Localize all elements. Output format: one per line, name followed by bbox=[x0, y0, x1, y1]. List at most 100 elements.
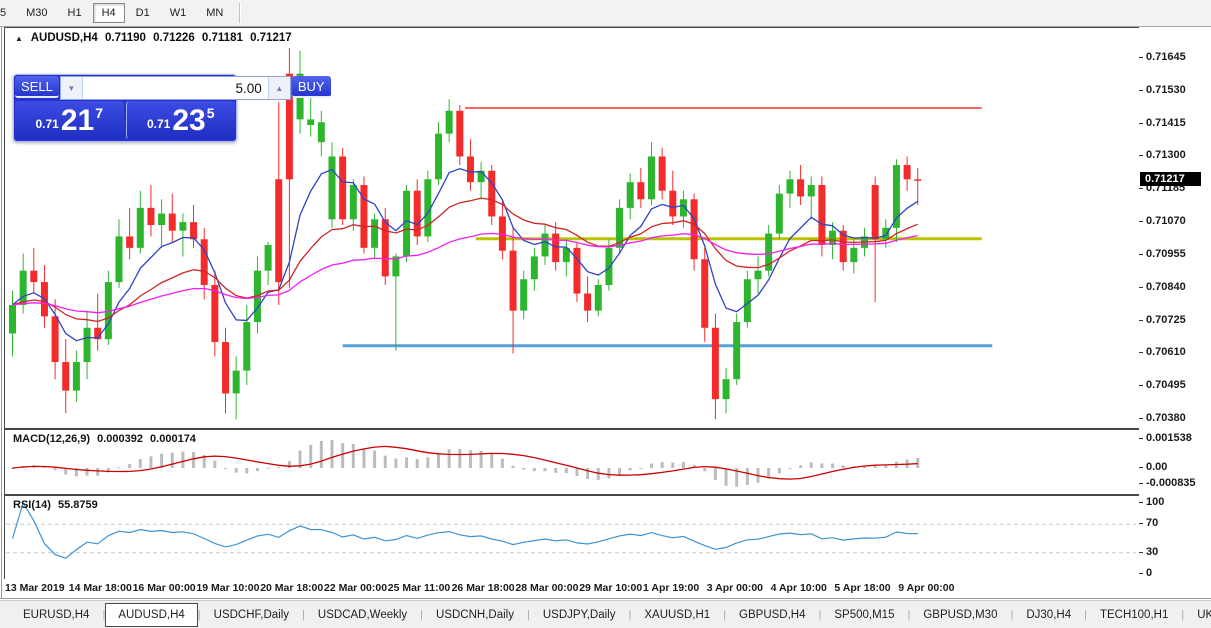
time-axis-label: 29 Mar 10:00 bbox=[579, 582, 643, 594]
macd-indicator-panel[interactable]: MACD(12,26,9) 0.000392 0.000174 bbox=[4, 429, 1141, 495]
volume-increase-button[interactable]: ▲ bbox=[267, 77, 290, 99]
axis-tick bbox=[1139, 467, 1143, 468]
macd-value-signal: 0.000174 bbox=[150, 433, 196, 445]
buy-button[interactable]: BUY bbox=[291, 76, 331, 98]
rsi-name: RSI(14) bbox=[13, 499, 51, 511]
chart-tab-gbpusd-m30[interactable]: GBPUSD,M30 bbox=[910, 603, 1010, 627]
price-axis-label: 0.70955 bbox=[1146, 247, 1186, 260]
volume-decrease-button[interactable]: ▼ bbox=[60, 77, 83, 99]
quote-open: 0.71190 bbox=[105, 32, 146, 44]
macd-axis-label: 0.00 bbox=[1146, 461, 1168, 473]
axis-tick bbox=[1139, 352, 1143, 354]
rsi-label: RSI(14) 55.8759 bbox=[13, 499, 98, 511]
rsi-value: 55.8759 bbox=[57, 499, 98, 511]
chart-tab-sp500-m15[interactable]: SP500,M15 bbox=[821, 603, 907, 627]
chart-tab-gbpusd-h4[interactable]: GBPUSD,H4 bbox=[726, 603, 818, 627]
rsi-plot bbox=[6, 501, 1136, 559]
time-axis-label: 25 Mar 11:00 bbox=[387, 582, 451, 594]
time-axis-label: 22 Mar 00:00 bbox=[324, 582, 388, 594]
timeframe-button-mn[interactable]: MN bbox=[197, 3, 232, 23]
timeframe-button-w1[interactable]: W1 bbox=[161, 3, 196, 23]
time-axis-label: 14 Mar 18:00 bbox=[68, 582, 132, 594]
quote-high: 0.71226 bbox=[153, 32, 195, 44]
time-axis-label: 4 Apr 10:00 bbox=[770, 582, 827, 594]
time-axis-label: 1 Apr 19:00 bbox=[643, 582, 700, 594]
price-axis-label: 0.70495 bbox=[1146, 379, 1186, 392]
timeframe-toolbar: 5 M30 H1 H4 D1 W1 MN bbox=[0, 0, 1211, 27]
time-axis-label: 19 Mar 10:00 bbox=[196, 582, 260, 594]
macd-axis-label: 0.001538 bbox=[1146, 432, 1192, 444]
price-axis-label: 0.70840 bbox=[1146, 280, 1186, 293]
sell-price-button[interactable]: 0.71 21 7 bbox=[15, 101, 124, 139]
quote-low: 0.71181 bbox=[201, 32, 243, 44]
axis-tick bbox=[1139, 483, 1143, 484]
axis-tick bbox=[1139, 286, 1143, 288]
volume-input[interactable] bbox=[82, 77, 268, 99]
timeframe-button-m30[interactable]: M30 bbox=[17, 3, 56, 23]
timeframe-button-h4[interactable]: H4 bbox=[92, 3, 125, 23]
time-axis-label: 5 Apr 18:00 bbox=[834, 582, 891, 594]
price-axis-label: 0.70610 bbox=[1146, 346, 1186, 359]
chart-header: ▲ AUDUSD,H4 0.71190 0.71226 0.71181 0.71… bbox=[15, 32, 296, 44]
toolbar-separator bbox=[239, 3, 242, 23]
price-axis-label: 0.71070 bbox=[1146, 215, 1186, 228]
time-axis-label: 3 Apr 00:00 bbox=[706, 582, 764, 594]
quote-close: 0.71217 bbox=[250, 32, 292, 44]
main-chart-panel[interactable]: ▲ AUDUSD,H4 0.71190 0.71226 0.71181 0.71… bbox=[4, 27, 1141, 429]
chart-symbol: AUDUSD,H4 bbox=[30, 32, 98, 44]
time-axis-label: 20 Mar 18:00 bbox=[260, 582, 324, 594]
axis-tick bbox=[1139, 155, 1143, 157]
axis-tick bbox=[1139, 319, 1143, 321]
macd-axis-label: -0.000835 bbox=[1146, 477, 1196, 489]
chart-tab-dj30-h4[interactable]: DJ30,H4 bbox=[1013, 603, 1084, 627]
chart-tab-uko[interactable]: UKO bbox=[1184, 603, 1211, 627]
axis-tick bbox=[1139, 253, 1143, 255]
time-axis-label: 13 Mar 2019 bbox=[5, 582, 65, 594]
chart-tab-usdjpy-daily[interactable]: USDJPY,Daily bbox=[530, 603, 629, 627]
timeframe-button-d1[interactable]: D1 bbox=[127, 3, 159, 23]
chart-tab-audusd-h4[interactable]: AUDUSD,H4 bbox=[105, 602, 198, 627]
axis-tick bbox=[1139, 385, 1143, 387]
macd-value-main: 0.000392 bbox=[97, 433, 143, 445]
timeframe-button-5[interactable]: 5 bbox=[0, 3, 15, 23]
buy-price-button[interactable]: 0.71 23 5 bbox=[125, 101, 235, 139]
rsi-indicator-panel[interactable]: RSI(14) 55.8759 bbox=[4, 495, 1141, 580]
price-axis-label: 0.71415 bbox=[1146, 116, 1186, 129]
rsi-axis-label: 100 bbox=[1146, 496, 1165, 508]
sell-price-prefix: 0.71 bbox=[35, 117, 59, 131]
timeframe-button-h1[interactable]: H1 bbox=[59, 3, 91, 23]
axis-tick bbox=[1139, 502, 1143, 503]
axis-tick bbox=[1139, 438, 1143, 439]
price-axis-label: 0.70380 bbox=[1146, 412, 1186, 425]
collapse-icon[interactable]: ▲ bbox=[15, 34, 23, 43]
buy-price-prefix: 0.71 bbox=[146, 117, 171, 131]
chart-tab-usdcnh-daily[interactable]: USDCNH,Daily bbox=[423, 603, 527, 627]
axis-tick bbox=[1139, 523, 1143, 525]
triangle-up-icon: ▲ bbox=[275, 83, 284, 93]
axis-tick bbox=[1139, 221, 1143, 223]
window-frame-line bbox=[1, 27, 2, 598]
axis-tick bbox=[1139, 188, 1143, 190]
price-axis-label: 0.70725 bbox=[1146, 313, 1186, 326]
price-axis-label: 0.71530 bbox=[1146, 83, 1186, 96]
chart-tab-usdcad-weekly[interactable]: USDCAD,Weekly bbox=[305, 603, 420, 627]
axis-tick bbox=[1139, 89, 1143, 91]
buy-price-big: 23 bbox=[172, 104, 206, 137]
rsi-axis-label: 70 bbox=[1146, 517, 1159, 530]
price-axis-label: 0.71300 bbox=[1146, 149, 1186, 162]
time-axis-label: 16 Mar 00:00 bbox=[132, 582, 196, 594]
chart-tab-usdchf-daily[interactable]: USDCHF,Daily bbox=[201, 603, 302, 627]
rsi-axis-label: 0 bbox=[1146, 567, 1153, 579]
sell-button[interactable]: SELL bbox=[15, 76, 59, 98]
macd-name: MACD(12,26,9) bbox=[13, 433, 91, 445]
axis-tick bbox=[1139, 551, 1143, 553]
axis-tick bbox=[1139, 56, 1143, 58]
axis-tick bbox=[1139, 418, 1143, 420]
one-click-trading-panel: SELL ▼ ▲ BUY 0.71217 0.71235 bbox=[13, 74, 331, 142]
current-price-tag: 0.71217 bbox=[1140, 172, 1201, 187]
volume-stepper: ▼ ▲ bbox=[59, 76, 291, 100]
time-axis-label: 26 Mar 18:00 bbox=[451, 582, 515, 594]
chart-tab-eurusd-h4[interactable]: EURUSD,H4 bbox=[10, 603, 102, 627]
chart-tab-xauusd-h1[interactable]: XAUUSD,H1 bbox=[631, 603, 723, 627]
chart-tab-tech100-h1[interactable]: TECH100,H1 bbox=[1087, 603, 1181, 627]
